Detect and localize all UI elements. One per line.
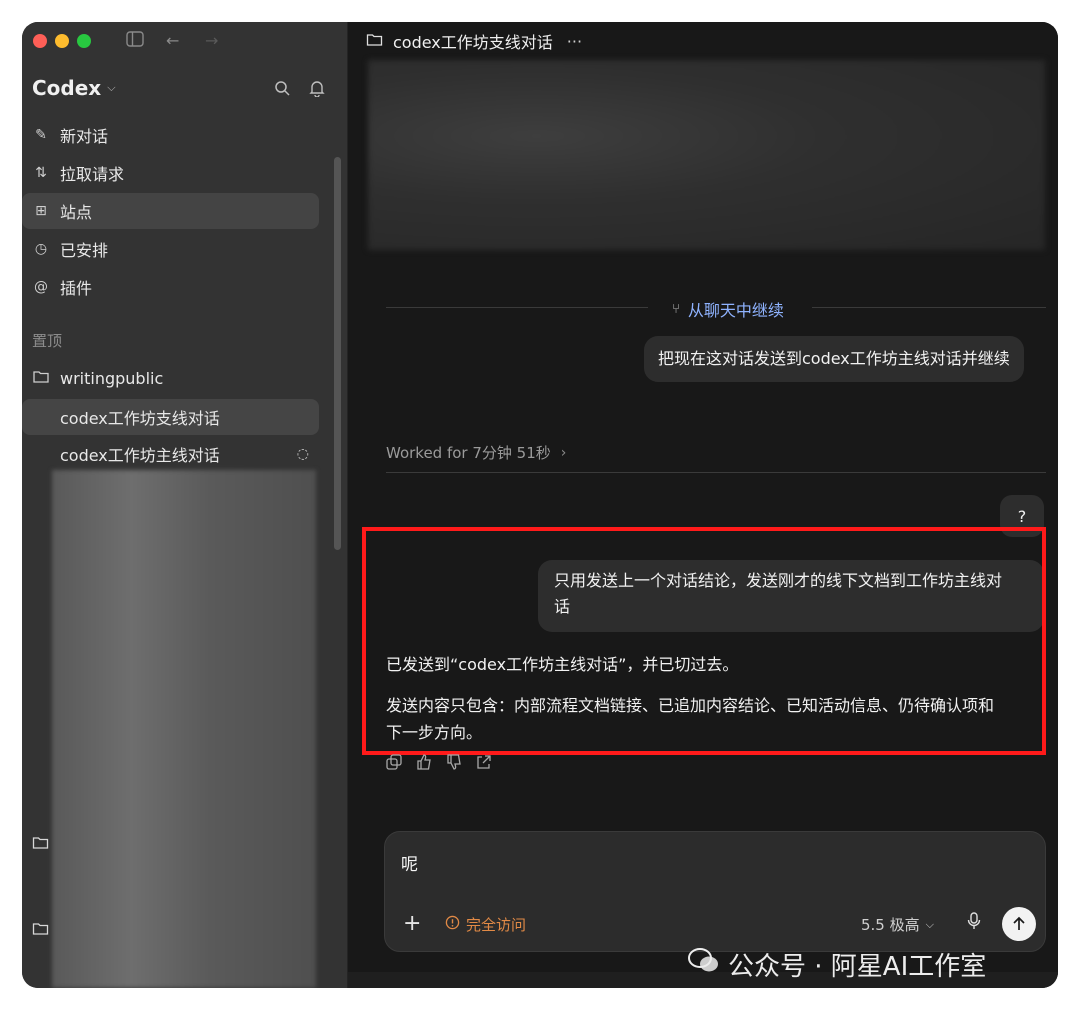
branch-icon: ⑂ <box>672 301 680 317</box>
more-options-icon[interactable]: ··· <box>567 32 582 51</box>
nav-pull-requests[interactable]: ⇅ 拉取请求 <box>22 155 319 191</box>
user-message-text: 把现在这对话发送到codex工作坊主线对话并继续 <box>658 349 1010 368</box>
nav-label: 新对话 <box>60 127 109 146</box>
project-label: writingpublic <box>60 368 164 388</box>
thread-label: codex工作坊支线对话 <box>60 409 220 428</box>
composer-input[interactable]: 呢 <box>401 850 418 875</box>
sidebar: ← → Codex ⌵ ✎ 新对话 ⇅ 拉取请求 ⊞ 站点 ◷ 已安排 @ 插件… <box>22 22 348 988</box>
nav-new-chat[interactable]: ✎ 新对话 <box>22 117 319 153</box>
warning-icon <box>445 915 460 934</box>
model-label: 5.5 极高 <box>861 916 920 934</box>
nav-label: 拉取请求 <box>60 165 125 184</box>
thumbs-up-icon[interactable] <box>416 754 432 774</box>
message-composer[interactable]: 呢 + 完全访问 5.5 极高 ⌵ <box>384 831 1046 952</box>
nav-plugins[interactable]: @ 插件 <box>22 269 319 305</box>
add-attachment-icon[interactable]: + <box>403 912 421 936</box>
folder-icon <box>32 369 50 387</box>
worked-label: Worked for 7分钟 51秒 <box>386 444 551 462</box>
redacted-thread-list <box>52 470 316 988</box>
pull-request-icon: ⇅ <box>35 165 47 181</box>
window-controls <box>33 34 91 48</box>
conversation-header: codex工作坊支线对话 ··· <box>348 22 1058 60</box>
thread-main-chat[interactable]: codex工作坊主线对话 ◌ <box>22 436 319 472</box>
thumbs-down-icon[interactable] <box>446 754 462 774</box>
workspace-switcher[interactable]: Codex ⌵ <box>32 76 116 100</box>
microphone-icon[interactable] <box>967 912 981 934</box>
conversation-title: codex工作坊支线对话 <box>393 33 553 52</box>
folder-icon <box>366 32 383 50</box>
minimize-window-button[interactable] <box>55 34 69 48</box>
chevron-down-icon: ⌵ <box>107 81 116 94</box>
bell-icon[interactable] <box>309 80 325 101</box>
project-writingpublic[interactable]: writingpublic <box>22 360 319 396</box>
thread-branch-chat[interactable]: codex工作坊支线对话 <box>22 399 319 435</box>
loading-spinner-icon: ◌ <box>296 446 309 462</box>
worked-duration-toggle[interactable]: Worked for 7分钟 51秒 › <box>386 442 566 463</box>
nav-label: 已安排 <box>60 241 109 260</box>
sites-icon: ⊞ <box>35 203 47 219</box>
thread-label: codex工作坊主线对话 <box>60 446 220 465</box>
access-mode-button[interactable]: 完全访问 <box>445 914 526 935</box>
question-text: ? <box>1017 506 1027 526</box>
folder-icon[interactable] <box>32 921 49 939</box>
pinned-section-label: 置顶 <box>32 332 63 350</box>
nav-scheduled[interactable]: ◷ 已安排 <box>22 231 319 267</box>
highlight-box <box>362 527 1046 755</box>
access-label: 完全访问 <box>466 916 527 934</box>
clock-icon: ◷ <box>34 241 48 257</box>
send-button[interactable] <box>1002 907 1036 941</box>
search-icon[interactable] <box>274 80 290 100</box>
sidebar-scrollbar[interactable] <box>334 157 341 550</box>
share-icon[interactable] <box>476 754 492 774</box>
nav-label: 站点 <box>60 203 93 222</box>
user-message-bubble: 把现在这对话发送到codex工作坊主线对话并继续 <box>644 336 1024 382</box>
folder-icon[interactable] <box>32 835 49 853</box>
message-actions <box>386 754 492 774</box>
redacted-image <box>368 60 1045 250</box>
wechat-icon <box>688 948 720 981</box>
chevron-down-icon: ⌵ <box>925 917 934 931</box>
new-chat-icon: ✎ <box>35 127 47 143</box>
copy-icon[interactable] <box>386 754 402 774</box>
chevron-right-icon: › <box>560 444 567 461</box>
model-selector[interactable]: 5.5 极高 ⌵ <box>861 914 934 935</box>
continued-label: 从聊天中继续 <box>687 301 784 320</box>
continued-from-chat-marker: ⑂ 从聊天中继续 <box>348 297 1058 321</box>
plugin-icon: @ <box>34 279 48 295</box>
brand-name: Codex <box>32 76 102 100</box>
forward-arrow-icon[interactable]: → <box>205 31 218 51</box>
zoom-window-button[interactable] <box>77 34 91 48</box>
nav-label: 插件 <box>60 279 93 298</box>
sidebar-toggle-icon[interactable] <box>126 31 144 52</box>
conversation-pane: codex工作坊支线对话 ··· ⑂ 从聊天中继续 把现在这对话发送到codex… <box>348 22 1058 988</box>
back-arrow-icon[interactable]: ← <box>166 31 179 51</box>
nav-sites[interactable]: ⊞ 站点 <box>22 193 319 229</box>
close-window-button[interactable] <box>33 34 47 48</box>
watermark: 公众号 · 阿星AI工作室 <box>688 946 986 983</box>
watermark-text: 公众号 · 阿星AI工作室 <box>728 952 987 982</box>
divider <box>386 472 1046 473</box>
app-window: ← → Codex ⌵ ✎ 新对话 ⇅ 拉取请求 ⊞ 站点 ◷ 已安排 @ 插件… <box>22 22 1058 988</box>
